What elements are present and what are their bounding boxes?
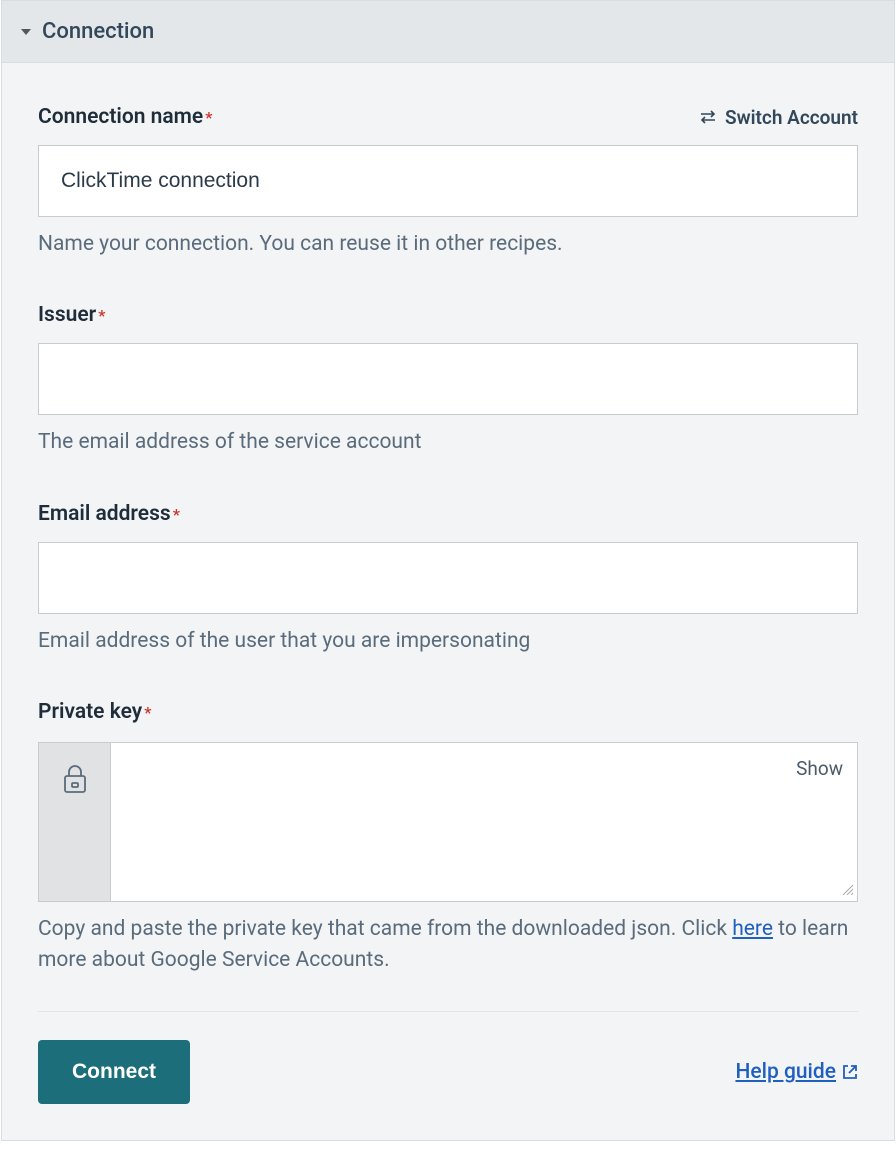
private-key-help: Copy and paste the private key that came… [38, 914, 858, 975]
email-input[interactable] [38, 542, 858, 614]
required-mark: * [205, 108, 212, 127]
private-key-label: Private key [38, 700, 142, 724]
panel-header[interactable]: Connection [2, 1, 894, 63]
lock-icon [39, 743, 111, 901]
panel-body: Connection name* Switch Account Name you… [2, 63, 894, 1140]
issuer-label: Issuer [38, 303, 96, 327]
issuer-help: The email address of the service account [38, 427, 858, 457]
collapse-caret-icon [20, 26, 32, 38]
divider [38, 1011, 858, 1012]
private-key-help-prefix: Copy and paste the private key that came… [38, 917, 732, 941]
panel-title: Connection [42, 19, 154, 44]
help-guide-label: Help guide [735, 1060, 836, 1084]
private-key-textarea[interactable] [111, 743, 857, 901]
show-toggle-button[interactable]: Show [796, 757, 843, 780]
switch-account-label: Switch Account [725, 106, 858, 129]
required-mark: * [144, 703, 151, 722]
private-key-wrap: Show [38, 742, 858, 902]
switch-account-button[interactable]: Switch Account [699, 106, 858, 129]
email-help: Email address of the user that you are i… [38, 626, 858, 656]
connect-button[interactable]: Connect [38, 1040, 190, 1104]
connection-name-help: Name your connection. You can reuse it i… [38, 229, 858, 259]
private-key-field: Private key* Show Copy and paste the pri… [38, 700, 858, 975]
external-link-icon [842, 1064, 858, 1080]
issuer-input[interactable] [38, 343, 858, 415]
required-mark: * [98, 306, 105, 325]
email-label: Email address [38, 502, 171, 526]
connection-panel: Connection Connection name* Switch Accou… [1, 0, 895, 1141]
swap-icon [699, 110, 717, 124]
learn-more-link[interactable]: here [732, 917, 773, 941]
connection-name-label: Connection name [38, 105, 203, 129]
connection-name-input[interactable] [38, 145, 858, 217]
help-guide-link[interactable]: Help guide [735, 1060, 858, 1084]
email-field: Email address* Email address of the user… [38, 502, 858, 656]
footer: Connect Help guide [38, 1040, 858, 1104]
issuer-field: Issuer* The email address of the service… [38, 303, 858, 457]
required-mark: * [173, 505, 180, 524]
resize-grip-icon[interactable] [841, 880, 853, 899]
connection-name-row: Connection name* Switch Account [38, 105, 858, 129]
